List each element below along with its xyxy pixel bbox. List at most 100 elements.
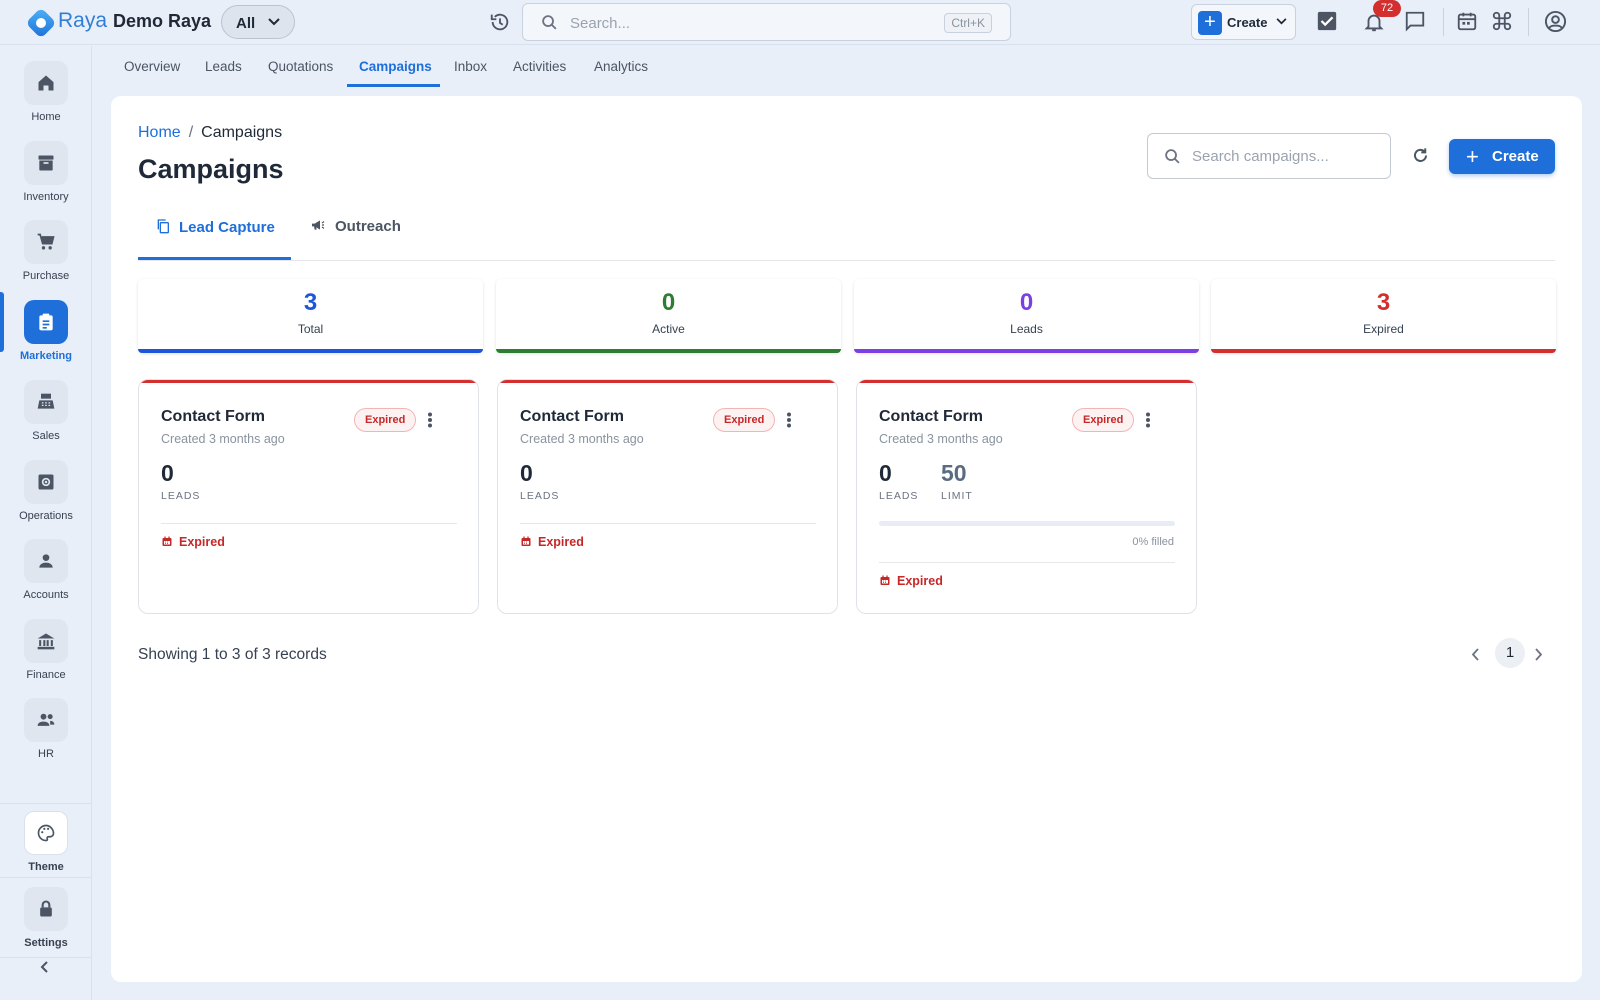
sidebar: Home Inventory Purchase Marketing Sales … — [0, 46, 92, 1000]
limit-count: 50 — [941, 460, 967, 486]
global-search-input[interactable]: Search... Ctrl+K — [522, 3, 1011, 41]
chevron-right-icon[interactable] — [1534, 648, 1543, 661]
campaign-created: Created 3 months ago — [520, 432, 644, 446]
sidebar-item-inventory[interactable]: Inventory — [0, 141, 92, 215]
stat-accent-bar — [138, 349, 483, 353]
calendar-icon — [162, 536, 172, 546]
campaign-card[interactable]: Contact Form Created 3 months ago Expire… — [856, 379, 1197, 614]
campaign-search-placeholder: Search campaigns... — [1192, 148, 1329, 165]
account-circle-icon[interactable] — [1544, 10, 1567, 33]
megaphone-icon — [312, 220, 325, 230]
campaign-card[interactable]: Contact Form Created 3 months ago Expire… — [497, 379, 838, 614]
stat-label: Total — [297, 322, 324, 336]
create-campaign-button[interactable]: + Create — [1449, 139, 1555, 174]
sidebar-item-marketing[interactable]: Marketing — [0, 292, 92, 374]
sidebar-item-sales[interactable]: Sales — [0, 380, 92, 454]
plus-icon: + — [1466, 144, 1479, 169]
sidebar-item-settings[interactable]: Settings — [0, 887, 92, 961]
scope-select[interactable]: All — [221, 5, 295, 39]
main-panel: Home / Campaigns Campaigns Search campaign… — [111, 96, 1582, 982]
subnav-tab-activities[interactable]: Activities — [513, 59, 566, 74]
tab-active-underline — [138, 257, 291, 260]
sidebar-item-hr[interactable]: HR — [0, 698, 92, 772]
card-divider — [879, 562, 1175, 563]
stat-label: Expired — [1363, 322, 1404, 336]
pagination-current-page[interactable]: 1 — [1495, 638, 1525, 668]
campaign-search-input[interactable]: Search campaigns... — [1147, 133, 1391, 179]
more-vertical-icon[interactable] — [786, 412, 792, 428]
breadcrumb: Home / Campaigns — [138, 124, 282, 142]
leads-count: 0 — [879, 460, 892, 486]
stat-card-active: 0 Active — [496, 279, 841, 353]
stat-value: 3 — [303, 289, 318, 316]
leads-label: LEADS — [879, 490, 919, 502]
sidebar-divider — [0, 957, 92, 958]
breadcrumb-home-link[interactable]: Home — [138, 124, 181, 141]
campaign-title: Contact Form — [879, 408, 983, 425]
top-bar: Raya Demo Raya All Search... Ctrl+K + Cr… — [0, 0, 1600, 45]
sidebar-item-purchase[interactable]: Purchase — [0, 220, 92, 294]
campaign-status: Expired — [879, 574, 943, 588]
chat-icon[interactable] — [1404, 10, 1426, 32]
stat-value: 0 — [1019, 289, 1034, 316]
card-divider — [161, 523, 457, 524]
collapse-sidebar-icon[interactable] — [38, 960, 52, 974]
subnav-tab-inbox[interactable]: Inbox — [454, 59, 487, 74]
subnav-tab-campaigns[interactable]: Campaigns — [359, 59, 432, 74]
quick-create-label: Create — [1227, 15, 1268, 30]
create-campaign-label: Create — [1492, 148, 1539, 165]
campaign-card[interactable]: Contact Form Created 3 months ago Expire… — [138, 379, 479, 614]
more-vertical-icon[interactable] — [1145, 412, 1151, 428]
subnav-tab-analytics[interactable]: Analytics — [594, 59, 648, 74]
campaign-status-label: Expired — [897, 574, 943, 588]
limit-label: LIMIT — [941, 490, 973, 502]
sidebar-item-label: Home — [31, 111, 61, 123]
tab-outreach[interactable]: Outreach — [309, 217, 401, 235]
sidebar-item-label: Operations — [19, 510, 73, 522]
campaign-created: Created 3 months ago — [161, 432, 285, 446]
more-vertical-icon[interactable] — [427, 412, 433, 428]
sidebar-item-home[interactable]: Home — [0, 61, 92, 135]
stat-card-total: 3 Total — [138, 279, 483, 353]
register-icon — [24, 380, 68, 424]
chevron-left-icon[interactable] — [1471, 648, 1480, 661]
subnav-tab-quotations[interactable]: Quotations — [268, 59, 333, 74]
quick-create-button[interactable]: + Create — [1191, 4, 1296, 40]
subnav-tab-overview[interactable]: Overview — [124, 59, 180, 74]
copy-icon — [157, 219, 169, 234]
chevron-down-icon — [1276, 18, 1287, 25]
status-badge: Expired — [1072, 408, 1135, 432]
records-summary: Showing 1 to 3 of 3 records — [138, 646, 327, 663]
sidebar-item-label: Marketing — [20, 350, 72, 362]
refresh-icon[interactable] — [1411, 146, 1430, 165]
sidebar-item-operations[interactable]: Operations — [0, 460, 92, 534]
search-icon — [1165, 149, 1180, 164]
sidebar-item-label: Finance — [26, 669, 66, 681]
topbar-divider — [1528, 8, 1529, 36]
sidebar-item-accounts[interactable]: Accounts — [0, 539, 92, 613]
leads-count: 0 — [520, 460, 533, 486]
clipboard-icon — [24, 300, 68, 344]
chevron-down-icon — [268, 18, 280, 26]
tab-lead-capture[interactable]: Lead Capture — [155, 217, 275, 236]
sidebar-item-finance[interactable]: Finance — [0, 619, 92, 693]
sidebar-item-theme[interactable]: Theme — [0, 811, 92, 885]
card-status-line — [857, 380, 1196, 383]
plus-icon: + — [1198, 11, 1222, 35]
history-icon[interactable] — [489, 11, 511, 33]
card-status-line — [139, 380, 478, 383]
stat-label: Leads — [1010, 322, 1043, 336]
org-name[interactable]: Demo Raya — [113, 11, 211, 32]
calendar-icon[interactable] — [1456, 10, 1478, 32]
breadcrumb-current: Campaigns — [201, 124, 283, 141]
sidebar-item-label: Theme — [28, 861, 64, 873]
home-icon — [24, 61, 68, 105]
tasks-check-icon[interactable] — [1316, 10, 1338, 32]
command-icon[interactable] — [1491, 10, 1513, 32]
sidebar-divider — [0, 877, 92, 878]
cart-icon — [24, 220, 68, 264]
lock-icon — [24, 887, 68, 931]
calendar-icon — [880, 575, 890, 585]
subnav-tab-leads[interactable]: Leads — [205, 59, 242, 74]
status-badge: Expired — [354, 408, 417, 432]
